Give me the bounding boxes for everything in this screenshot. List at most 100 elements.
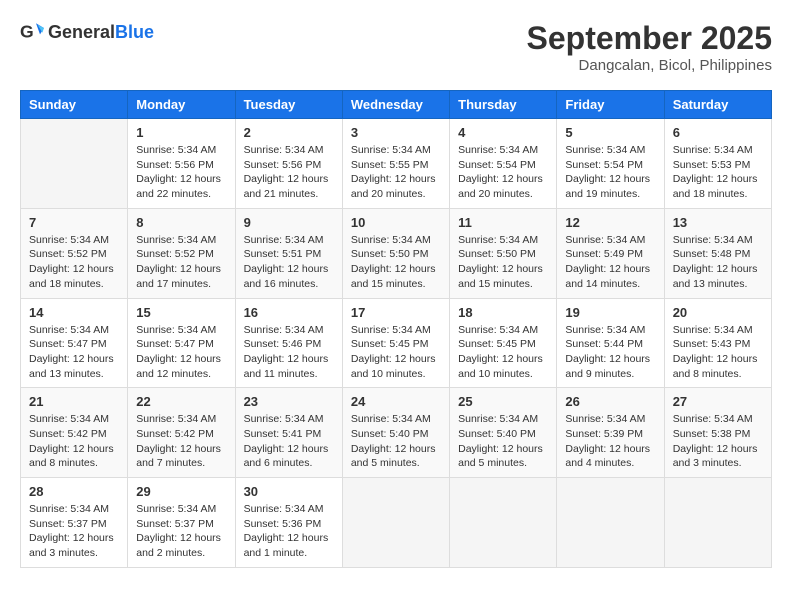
logo-blue: Blue — [115, 22, 154, 42]
calendar-cell — [342, 478, 449, 568]
weekday-header-row: SundayMondayTuesdayWednesdayThursdayFrid… — [21, 91, 772, 119]
calendar-cell: 20 Sunrise: 5:34 AMSunset: 5:43 PMDayligh… — [664, 298, 771, 388]
day-number: 16 — [244, 305, 334, 320]
logo: G GeneralBlue — [20, 20, 154, 44]
day-info: Sunrise: 5:34 AMSunset: 5:45 PMDaylight:… — [351, 323, 441, 382]
logo-general: General — [48, 22, 115, 42]
day-info: Sunrise: 5:34 AMSunset: 5:37 PMDaylight:… — [29, 502, 119, 561]
day-number: 3 — [351, 125, 441, 140]
calendar-cell: 29Sunrise: 5:34 AMSunset: 5:37 PMDayligh… — [128, 478, 235, 568]
day-number: 5 — [565, 125, 655, 140]
day-info: Sunrise: 5:34 AMSunset: 5:42 PMDaylight:… — [29, 412, 119, 471]
calendar-cell: 27Sunrise: 5:34 AMSunset: 5:38 PMDayligh… — [664, 388, 771, 478]
title-section: September 2025 Dangcalan, Bicol, Philipp… — [527, 20, 772, 74]
day-info: Sunrise: 5:34 AMSunset: 5:54 PMDaylight:… — [565, 143, 655, 202]
day-info: Sunrise: 5:34 AMSunset: 5:56 PMDaylight:… — [244, 143, 334, 202]
day-info: Sunrise: 5:34 AMSunset: 5:52 PMDaylight:… — [29, 233, 119, 292]
svg-text:G: G — [20, 22, 34, 42]
calendar-cell — [450, 478, 557, 568]
calendar-cell: 23 Sunrise: 5:34 AMSunset: 5:41 PMDayligh… — [235, 388, 342, 478]
calendar-table: SundayMondayTuesdayWednesdayThursdayFrid… — [20, 90, 772, 568]
calendar-cell: 16 Sunrise: 5:34 AMSunset: 5:46 PMDayligh… — [235, 298, 342, 388]
day-info: Sunrise: 5:34 AMSunset: 5:46 PMDaylight:… — [244, 323, 334, 382]
day-number: 12 — [565, 215, 655, 230]
day-number: 22 — [136, 394, 226, 409]
page-header: G GeneralBlue September 2025 Dangcalan, … — [20, 20, 772, 74]
day-number: 23 — [244, 394, 334, 409]
day-number: 4 — [458, 125, 548, 140]
calendar-cell: 2 Sunrise: 5:34 AMSunset: 5:56 PMDaylight… — [235, 119, 342, 209]
calendar-body: 1Sunrise: 5:34 AMSunset: 5:56 PMDaylight… — [21, 119, 772, 568]
day-info: Sunrise: 5:34 AMSunset: 5:50 PMDaylight:… — [458, 233, 548, 292]
calendar-cell: 25 Sunrise: 5:34 AMSunset: 5:40 PMDayligh… — [450, 388, 557, 478]
day-info: Sunrise: 5:34 AMSunset: 5:36 PMDaylight:… — [244, 502, 334, 561]
day-info: Sunrise: 5:34 AMSunset: 5:37 PMDaylight:… — [136, 502, 226, 561]
day-info: Sunrise: 5:34 AMSunset: 5:39 PMDaylight:… — [565, 412, 655, 471]
day-info: Sunrise: 5:34 AMSunset: 5:56 PMDaylight:… — [136, 143, 226, 202]
day-info: Sunrise: 5:34 AMSunset: 5:51 PMDaylight:… — [244, 233, 334, 292]
day-number: 13 — [673, 215, 763, 230]
day-number: 11 — [458, 215, 548, 230]
weekday-header-sunday: Sunday — [21, 91, 128, 119]
day-number: 10 — [351, 215, 441, 230]
calendar-week-row: 1Sunrise: 5:34 AMSunset: 5:56 PMDaylight… — [21, 119, 772, 209]
day-number: 15 — [136, 305, 226, 320]
day-info: Sunrise: 5:34 AMSunset: 5:43 PMDaylight:… — [673, 323, 763, 382]
calendar-cell: 5 Sunrise: 5:34 AMSunset: 5:54 PMDaylight… — [557, 119, 664, 209]
logo-icon: G — [20, 20, 44, 44]
calendar-cell: 30Sunrise: 5:34 AMSunset: 5:36 PMDayligh… — [235, 478, 342, 568]
day-info: Sunrise: 5:34 AMSunset: 5:54 PMDaylight:… — [458, 143, 548, 202]
day-number: 2 — [244, 125, 334, 140]
calendar-cell: 15 Sunrise: 5:34 AMSunset: 5:47 PMDayligh… — [128, 298, 235, 388]
weekday-header-thursday: Thursday — [450, 91, 557, 119]
day-number: 17 — [351, 305, 441, 320]
calendar-cell: 18Sunrise: 5:34 AMSunset: 5:45 PMDayligh… — [450, 298, 557, 388]
calendar-cell: 7 Sunrise: 5:34 AMSunset: 5:52 PMDaylight… — [21, 208, 128, 298]
calendar-header: SundayMondayTuesdayWednesdayThursdayFrid… — [21, 91, 772, 119]
calendar-cell: 10 Sunrise: 5:34 AMSunset: 5:50 PMDayligh… — [342, 208, 449, 298]
day-info: Sunrise: 5:34 AMSunset: 5:47 PMDaylight:… — [136, 323, 226, 382]
calendar-cell: 6 Sunrise: 5:34 AMSunset: 5:53 PMDaylight… — [664, 119, 771, 209]
calendar-cell: 9Sunrise: 5:34 AMSunset: 5:51 PMDaylight… — [235, 208, 342, 298]
day-info: Sunrise: 5:34 AMSunset: 5:38 PMDaylight:… — [673, 412, 763, 471]
day-number: 6 — [673, 125, 763, 140]
day-number: 7 — [29, 215, 119, 230]
day-info: Sunrise: 5:34 AMSunset: 5:53 PMDaylight:… — [673, 143, 763, 202]
weekday-header-wednesday: Wednesday — [342, 91, 449, 119]
calendar-cell: 17 Sunrise: 5:34 AMSunset: 5:45 PMDayligh… — [342, 298, 449, 388]
day-number: 25 — [458, 394, 548, 409]
calendar-cell: 8 Sunrise: 5:34 AMSunset: 5:52 PMDaylight… — [128, 208, 235, 298]
day-info: Sunrise: 5:34 AMSunset: 5:40 PMDaylight:… — [351, 412, 441, 471]
calendar-cell: 19 Sunrise: 5:34 AMSunset: 5:44 PMDayligh… — [557, 298, 664, 388]
day-info: Sunrise: 5:34 AMSunset: 5:41 PMDaylight:… — [244, 412, 334, 471]
day-number: 18 — [458, 305, 548, 320]
month-title: September 2025 — [527, 20, 772, 57]
day-number: 19 — [565, 305, 655, 320]
day-info: Sunrise: 5:34 AMSunset: 5:49 PMDaylight:… — [565, 233, 655, 292]
day-info: Sunrise: 5:34 AMSunset: 5:40 PMDaylight:… — [458, 412, 548, 471]
calendar-cell: 21Sunrise: 5:34 AMSunset: 5:42 PMDayligh… — [21, 388, 128, 478]
weekday-header-friday: Friday — [557, 91, 664, 119]
calendar-cell: 13Sunrise: 5:34 AMSunset: 5:48 PMDayligh… — [664, 208, 771, 298]
day-info: Sunrise: 5:34 AMSunset: 5:44 PMDaylight:… — [565, 323, 655, 382]
weekday-header-tuesday: Tuesday — [235, 91, 342, 119]
calendar-cell — [664, 478, 771, 568]
day-info: Sunrise: 5:34 AMSunset: 5:42 PMDaylight:… — [136, 412, 226, 471]
calendar-cell: 26Sunrise: 5:34 AMSunset: 5:39 PMDayligh… — [557, 388, 664, 478]
day-info: Sunrise: 5:34 AMSunset: 5:52 PMDaylight:… — [136, 233, 226, 292]
calendar-week-row: 7 Sunrise: 5:34 AMSunset: 5:52 PMDaylight… — [21, 208, 772, 298]
day-number: 20 — [673, 305, 763, 320]
day-info: Sunrise: 5:34 AMSunset: 5:55 PMDaylight:… — [351, 143, 441, 202]
day-number: 8 — [136, 215, 226, 230]
calendar-week-row: 14 Sunrise: 5:34 AMSunset: 5:47 PMDayligh… — [21, 298, 772, 388]
day-number: 14 — [29, 305, 119, 320]
calendar-cell: 11 Sunrise: 5:34 AMSunset: 5:50 PMDayligh… — [450, 208, 557, 298]
day-number: 28 — [29, 484, 119, 499]
day-info: Sunrise: 5:34 AMSunset: 5:50 PMDaylight:… — [351, 233, 441, 292]
calendar-cell: 28 Sunrise: 5:34 AMSunset: 5:37 PMDayligh… — [21, 478, 128, 568]
weekday-header-saturday: Saturday — [664, 91, 771, 119]
calendar-cell: 12 Sunrise: 5:34 AMSunset: 5:49 PMDayligh… — [557, 208, 664, 298]
calendar-cell — [557, 478, 664, 568]
day-info: Sunrise: 5:34 AMSunset: 5:47 PMDaylight:… — [29, 323, 119, 382]
calendar-cell: 4 Sunrise: 5:34 AMSunset: 5:54 PMDaylight… — [450, 119, 557, 209]
